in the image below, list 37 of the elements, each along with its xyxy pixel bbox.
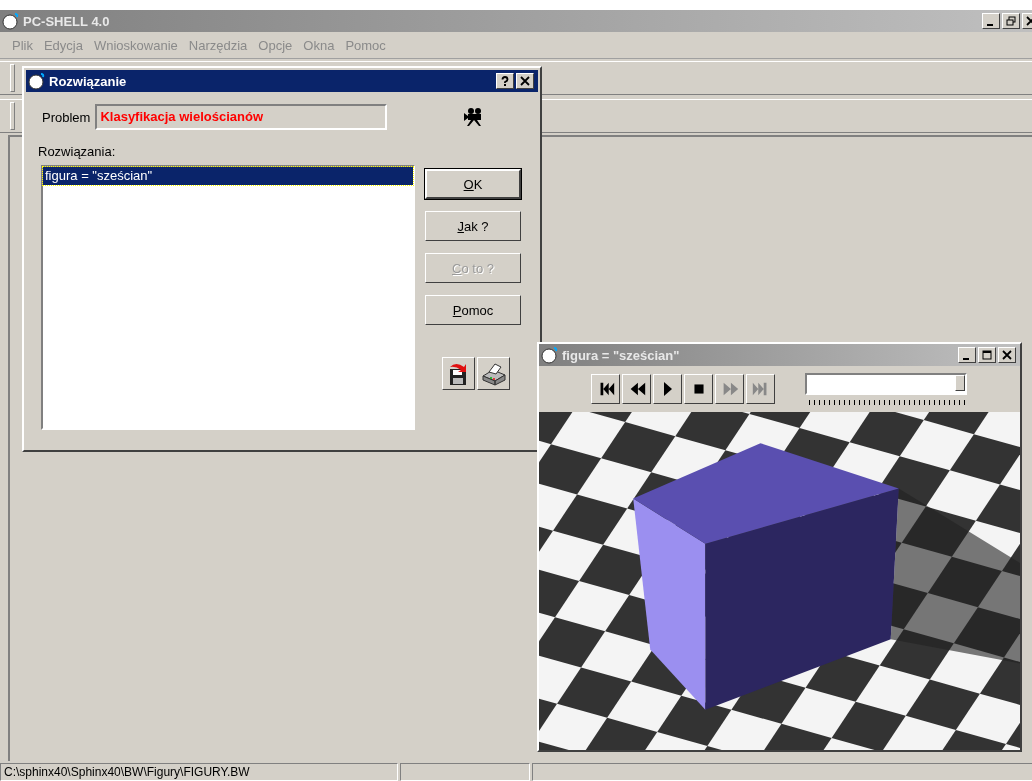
restore-icon bbox=[1006, 16, 1016, 26]
problem-label: Problem bbox=[42, 109, 91, 125]
menu-item[interactable]: Edycja bbox=[43, 37, 83, 53]
menu-item[interactable]: Okna bbox=[303, 37, 335, 53]
slider-thumb[interactable] bbox=[955, 375, 965, 391]
menu-item[interactable]: Narzędzia bbox=[188, 37, 248, 53]
solutions-label: Rozwiązania: bbox=[38, 144, 117, 159]
menu-item[interactable]: Wnioskowanie bbox=[94, 37, 178, 53]
printer-icon bbox=[480, 361, 507, 386]
save-button[interactable] bbox=[442, 357, 475, 390]
close-icon bbox=[520, 76, 530, 86]
window-title: PC-SHELL 4.0 bbox=[23, 13, 111, 29]
print-button[interactable] bbox=[477, 357, 510, 390]
problem-field: Klasyfikacja wielościanów bbox=[95, 104, 388, 130]
slider-track[interactable] bbox=[805, 373, 967, 395]
status-text: C:\sphinx40\Sphinx40\BW\Figury\FIGURY.BW bbox=[0, 763, 398, 781]
dialog-button[interactable]: OK bbox=[425, 169, 521, 199]
menu-item[interactable]: Opcje bbox=[258, 37, 293, 53]
rewind-button[interactable] bbox=[622, 374, 651, 404]
close-icon bbox=[1002, 350, 1012, 360]
help-button[interactable] bbox=[496, 73, 514, 89]
play-button[interactable] bbox=[653, 374, 682, 404]
play-icon bbox=[663, 382, 672, 396]
close-button[interactable] bbox=[516, 73, 534, 89]
menu-item[interactable]: Pomoc bbox=[345, 37, 386, 53]
minimize-icon bbox=[963, 357, 969, 360]
minimize-icon bbox=[987, 23, 993, 26]
stop-button[interactable] bbox=[684, 374, 713, 404]
menu-item[interactable]: Plik bbox=[12, 37, 33, 53]
dialog-button[interactable]: Pomoc bbox=[425, 295, 521, 325]
first-button[interactable] bbox=[591, 374, 620, 404]
viewer-title: figura = "sześcian" bbox=[562, 347, 681, 363]
question-mark-icon bbox=[500, 76, 510, 86]
dialog-button[interactable]: Jak ? bbox=[425, 211, 521, 241]
dialog-title: Rozwiązanie bbox=[49, 73, 128, 89]
solution-item[interactable]: figura = "sześcian" bbox=[43, 167, 413, 185]
maximize-icon bbox=[982, 350, 992, 360]
